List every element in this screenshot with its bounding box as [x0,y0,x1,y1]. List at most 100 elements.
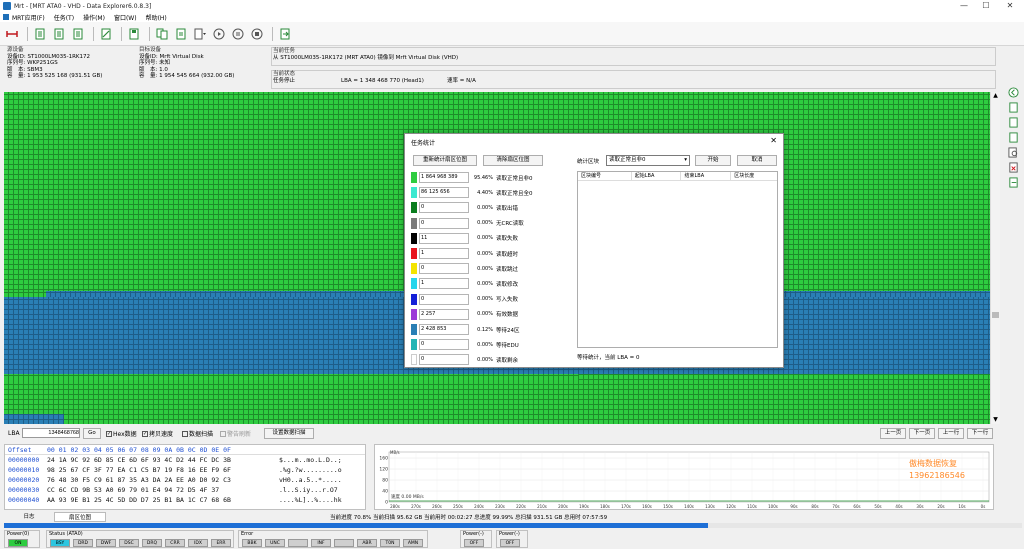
toolbar-button-range[interactable] [4,26,20,42]
side-button-search[interactable] [1007,146,1019,158]
title-bar: Mrt - [MRT ATA0 - VHD - Data Explorer6.0… [0,0,1024,12]
x-tick-label: 100s [768,504,778,509]
x-tick-label: 90s [790,504,797,509]
warn-refresh-option[interactable]: 警告刷新 [220,429,251,438]
hex-row[interactable]: 00000010 98 25 67 CF 3F 77 EA C1 C5 B7 19… [5,465,365,475]
status-indicator: ABR [357,539,377,547]
hex-option[interactable]: ✓ Hex数据 [106,429,137,438]
col-header[interactable]: 区块编号 [578,172,632,180]
set-scan-button[interactable]: 设置数据扫描 [264,428,314,439]
col-header[interactable]: 区块长度 [731,172,777,180]
toolbar-button-paste[interactable] [173,26,189,42]
x-tick-label: 40s [895,504,902,509]
dialog-close-icon[interactable]: ✕ [770,136,777,145]
bitmap-region-blue [4,414,64,424]
side-button-doc2[interactable] [1007,116,1019,128]
data-scan-option[interactable]: 数据扫描 [182,429,213,438]
x-tick-label: 70s [832,504,839,509]
side-button-back[interactable] [1007,86,1019,98]
close-button[interactable]: ✕ [1000,0,1020,12]
source-capacity: 容 量: 1 953 525 168 (931.51 GB) [7,73,103,79]
side-button-doc1[interactable] [1007,101,1019,113]
redraw-bitmap-button[interactable]: 重新统计扇区位图 [413,155,477,166]
color-swatch [411,278,417,290]
power2-group: Power(-) OFF [496,530,528,548]
block-table[interactable]: 区块编号 起始LBA 结束LBA 区块长度 [577,171,778,348]
range-icon [6,30,18,37]
color-swatch [411,217,417,229]
x-tick-label: 280s [390,504,400,509]
copy-speed-option[interactable]: ✓ 拷贝速度 [142,429,173,438]
menu-app[interactable]: MRT应用(F) [12,13,45,22]
block-select-value: 读取正常且非0 [609,157,646,163]
go-button[interactable]: Go [83,428,101,439]
maximize-button[interactable]: ☐ [976,0,996,12]
scroll-thumb[interactable] [992,312,999,318]
toolbar-button-edit[interactable] [98,26,114,42]
menu-help[interactable]: 帮助(H) [146,13,167,22]
hex-row[interactable]: 00000020 76 48 30 F5 C9 61 87 35 A3 DA 2A… [5,475,365,485]
tab-log[interactable]: 日志 [8,512,50,522]
scroll-up-icon[interactable]: ▲ [991,92,1000,100]
next-row-button[interactable]: 下一行 [967,428,993,439]
hex-bytes: 24 1A 9C 92 6D 85 CE 6D 6F 93 4C D2 44 F… [47,456,231,464]
stat-row: 0 0.00% 写入失败 [411,293,518,306]
y-tick-label: 0 [385,500,388,506]
menu-operation[interactable]: 操作(M) [83,13,105,22]
cancel-button[interactable]: 取消 [737,155,777,166]
status-indicator: DWF [96,539,116,547]
scroll-down-icon[interactable]: ▼ [991,416,1000,424]
toolbar-button-copy[interactable] [154,26,170,42]
status-panel: Power(0) ON Status (ATA0) BSY DRD DWF DSC DRQ C… [0,530,1024,549]
hex-row[interactable]: 00000040 AA 93 9E B1 25 4C 5D DD D7 25 B1… [5,495,365,505]
bitmap-scrollbar[interactable]: ▲ ▼ [990,92,1000,424]
toolbar-button-save[interactable] [126,26,142,42]
status-indicator: OFF [500,539,520,547]
menu-window[interactable]: 窗口(W) [114,13,137,22]
toolbar-button-doc3[interactable] [70,26,86,42]
col-header[interactable]: 结束LBA [681,172,732,180]
col-header[interactable]: 起始LBA [632,172,682,180]
x-tick-label: 0s [981,504,986,509]
side-button-doc3[interactable] [1007,131,1019,143]
side-button-erase[interactable] [1007,161,1019,173]
clear-bitmap-button[interactable]: 清除扇区位图 [483,155,543,166]
lba-input[interactable] [22,428,80,438]
x-tick-label: 160s [642,504,652,509]
hex-row[interactable]: 00000000 24 1A 9C 92 6D 85 CE 6D 6F 93 4C… [5,455,365,465]
toolbar-button-pause[interactable] [230,26,246,42]
status-indicator: AMN [403,539,423,547]
stat-label: 读取出错 [496,205,519,212]
start-button[interactable]: 开始 [695,155,731,166]
toolbar-button-doc2[interactable] [51,26,67,42]
hex-viewer[interactable]: Offset 00 01 02 03 04 05 06 07 08 09 0A … [4,444,366,510]
x-tick-label: 110s [747,504,757,509]
toolbar-button-doc1[interactable] [32,26,48,42]
next-page-button[interactable]: 下一页 [909,428,935,439]
toolbar-button-play[interactable] [211,26,227,42]
x-tick-label: 150s [663,504,673,509]
toolbar-button-stop[interactable] [249,26,265,42]
minimize-button[interactable]: — [954,0,974,12]
color-swatch [411,248,417,259]
tab-sector-bitmap[interactable]: 扇区位图 [54,512,106,522]
stat-value: 11 [419,232,469,244]
app-menu-icon[interactable] [3,14,9,20]
toolbar-button-exit[interactable] [277,26,293,42]
prev-row-button[interactable]: 上一行 [938,428,964,439]
warn-refresh-label: 警告刷新 [227,431,252,438]
prev-page-button[interactable]: 上一页 [880,428,906,439]
checkbox-icon [220,430,226,437]
x-tick-label: 30s [916,504,923,509]
x-tick-label: 50s [874,504,881,509]
copy-speed-label: 拷贝速度 [149,431,174,438]
block-select[interactable]: 读取正常且非0 ▾ [606,155,690,166]
side-button-exit[interactable] [1007,176,1019,188]
stat-label: 读取剩余 [496,357,519,364]
stat-row: 0 0.00% 读取跳过 [411,262,518,275]
stat-percent: 0.12% [477,326,493,333]
hex-offset: 00000040 [8,496,40,504]
hex-row[interactable]: 00000030 CC 6C CD 9B 53 A0 69 79 01 E4 94… [5,485,365,495]
toolbar-button-menu[interactable] [192,26,208,42]
menu-task[interactable]: 任务(T) [54,13,74,22]
